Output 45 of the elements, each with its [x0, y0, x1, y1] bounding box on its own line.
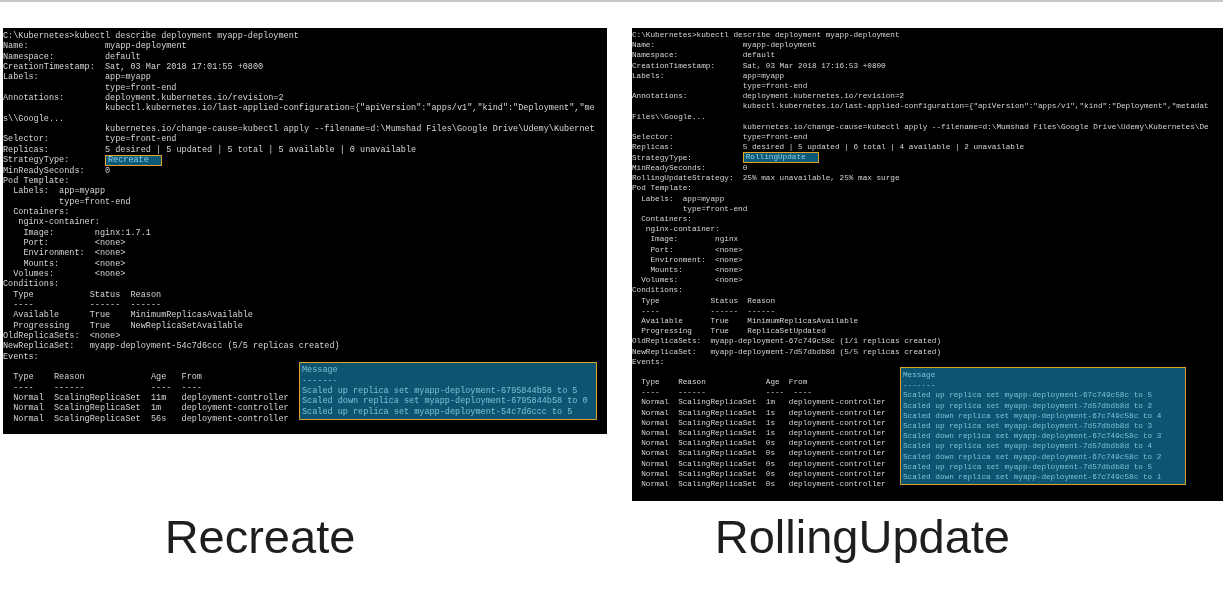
terminal-line: Conditions:	[3, 279, 61, 290]
terminal-line: Normal ScalingReplicaSet 11m deployment-controller	[12, 392, 290, 403]
terminal-line: ---- ------ ---- ----	[12, 382, 203, 393]
terminal-line: -------	[302, 375, 339, 386]
terminal-line: OldReplicaSets: <none>	[3, 331, 121, 342]
terminal-line: Scaled up replica set myapp-deployment-6795844b58 to 5	[302, 385, 579, 396]
terminal-line: Pod Template:	[3, 175, 71, 186]
terminal-line: Normal ScalingReplicaSet 1m deployment-controller	[12, 403, 290, 414]
terminal-line: Progressing True NewReplicaSetAvailable	[12, 320, 244, 331]
highlighted-value: Recreate	[105, 155, 162, 166]
terminal-line: C:\Kubernetes>kubectl describe deployment myapp-deployment	[3, 31, 300, 41]
terminal-line: Volumes: <none>	[13, 269, 127, 280]
terminal-line: StrategyType:	[3, 155, 71, 166]
terminal-line: Image: nginx:1.7.1	[22, 227, 152, 239]
terminal-line: type=front-end	[104, 82, 178, 93]
terminal-line: Scaled up replica set myapp-deployment-54c7d6ccc to 5	[302, 406, 574, 417]
terminal-line: MinReadySeconds: 0	[3, 165, 112, 176]
terminal-line: Normal ScalingReplicaSet 56s deployment-controller	[12, 413, 290, 424]
terminal-line: Events:	[3, 351, 40, 363]
terminal-line: Labels: app=myapp	[12, 186, 107, 197]
terminal-line: Labels: app=myapp	[3, 72, 152, 83]
terminal-line: NewReplicaSet: myapp-deployment-54c7d6ccc (5/5 replicas created)	[3, 341, 341, 352]
terminal-line: ---- ------ ------	[12, 300, 162, 311]
terminal-line: Namespace: default	[3, 51, 142, 62]
terminal-line: Type Status Reason	[12, 289, 163, 301]
terminal-line: Selector: type=front-end	[3, 134, 178, 145]
terminal-line: Containers:	[12, 207, 71, 217]
terminal-line: Annotations: deployment.kubernetes.io/revision=2	[3, 93, 284, 104]
terminal-line: Scaled down replica set myapp-deployment-6795844b58 to 0	[302, 396, 589, 407]
terminal-line: kubernetes.io/change-cause=kubectl apply --filename=d:\Mumshad Files\Google Drive\Udemy\Kubernet	[104, 124, 596, 135]
terminal-line: Port: <none>	[22, 238, 127, 249]
terminal-line: CreationTimestamp: Sat, 03 Mar 2018 17:01:55 +0800	[3, 62, 265, 73]
terminal-line: Name: myapp-deployment	[3, 41, 188, 52]
slide-caption: RollingUpdate	[714, 509, 1010, 565]
terminal-line: Available True MinimumReplicasAvailable	[12, 310, 254, 321]
slide-caption: Recreate	[164, 509, 356, 565]
terminal-line: Replicas: 5 desired | 5 updated | 5 total | 5 available | 0 unavailable	[3, 144, 418, 156]
terminal-line: kubectl.kubernetes.io/last-applied-configuration={"apiVersion":"apps/v1","kind":"Deployment","me	[104, 103, 596, 114]
terminal-line: type=front-end	[58, 196, 132, 207]
terminal-line: nginx-container:	[17, 217, 101, 228]
terminal-line: Mounts: <none>	[22, 258, 127, 269]
terminal-line: s\\Google...	[3, 113, 66, 125]
terminal-line: Type Reason Age From	[12, 372, 203, 383]
terminal-line: Message	[302, 365, 339, 376]
terminal-line: Environment: <none>	[22, 248, 127, 259]
